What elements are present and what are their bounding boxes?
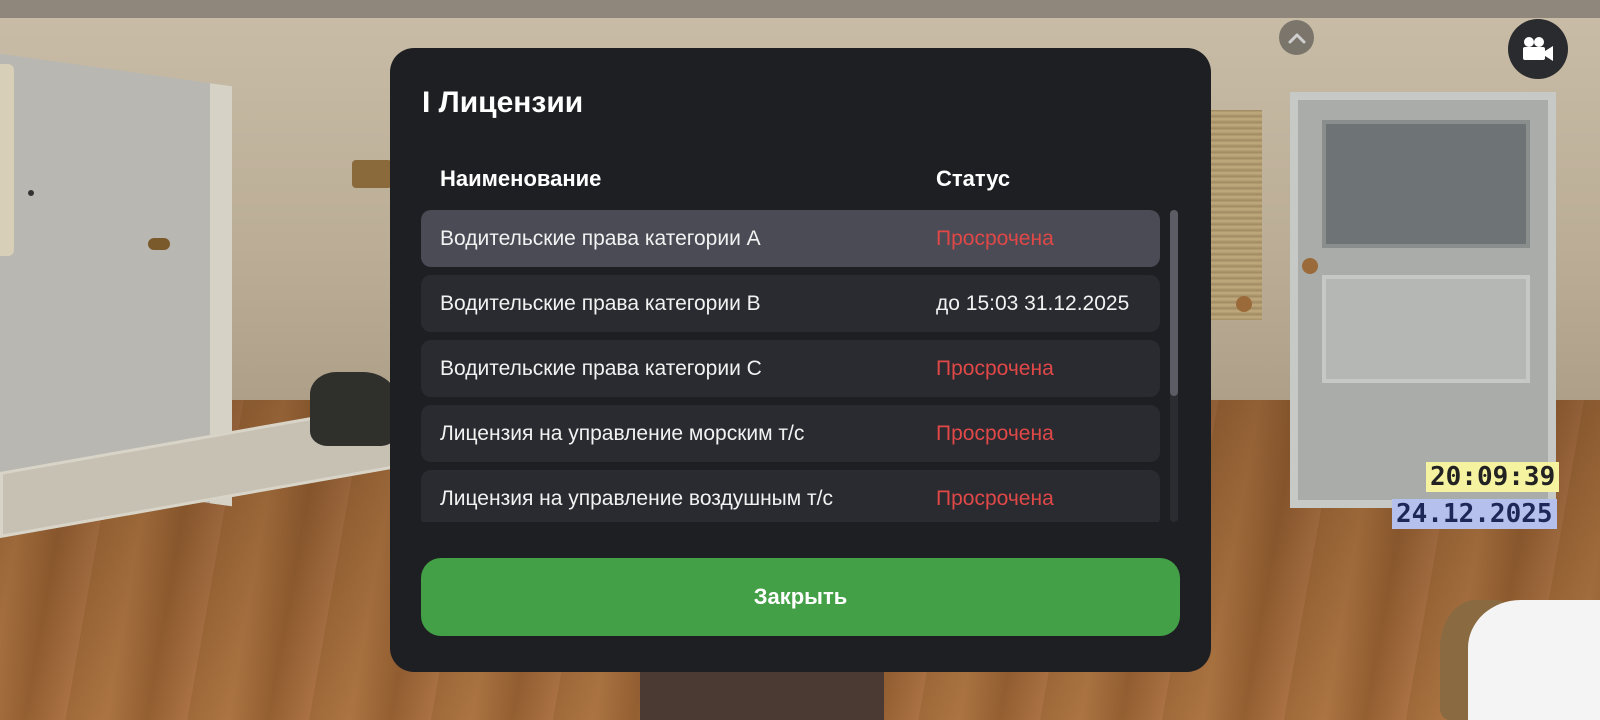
expand-up-button[interactable] xyxy=(1279,20,1314,55)
license-name: Лицензия на управление воздушным т/с xyxy=(440,486,833,510)
license-name: Водительские права категории A xyxy=(440,226,761,250)
right-door-knob xyxy=(1302,258,1318,274)
license-row[interactable]: Лицензия на управление морским т/с Проср… xyxy=(421,405,1160,462)
room-ceiling xyxy=(0,0,1600,18)
dialog-title: I Лицензии xyxy=(422,86,584,119)
license-row[interactable]: Лицензия на управление воздушным т/с Про… xyxy=(421,470,1160,522)
side-panel-tab[interactable] xyxy=(0,64,14,256)
side-door-knob xyxy=(1236,296,1252,312)
chair-back xyxy=(640,664,884,720)
licenses-list[interactable]: Водительские права категории A Просрочен… xyxy=(421,210,1160,522)
license-name: Водительские права категории B xyxy=(440,291,761,315)
licenses-dialog: I Лицензии Наименование Статус Водительс… xyxy=(390,48,1211,672)
license-status: Просрочена xyxy=(936,486,1054,510)
scrollbar-thumb[interactable] xyxy=(1170,210,1178,396)
license-status: Просрочена xyxy=(936,356,1054,380)
floor-bag xyxy=(310,372,398,446)
license-name: Водительские права категории C xyxy=(440,356,762,380)
license-row[interactable]: Водительские права категории B до 15:03 … xyxy=(421,275,1160,332)
wall-shelf xyxy=(352,160,392,188)
right-door-panel xyxy=(1322,275,1530,383)
video-camera-icon xyxy=(1523,37,1553,61)
license-status: Просрочена xyxy=(936,421,1054,445)
hud-clock-date: 24.12.2025 xyxy=(1392,499,1557,529)
close-button[interactable]: Закрыть xyxy=(421,558,1180,636)
license-status: до 15:03 31.12.2025 xyxy=(936,291,1130,315)
camera-button[interactable] xyxy=(1508,19,1568,79)
left-door-keyhole xyxy=(28,190,34,196)
player-hand xyxy=(1468,600,1600,720)
license-status: Просрочена xyxy=(936,226,1054,250)
right-door-window xyxy=(1322,120,1530,248)
list-scrollbar[interactable] xyxy=(1170,210,1178,522)
column-header-name: Наименование xyxy=(440,166,602,191)
hud-clock-time: 20:09:39 xyxy=(1426,462,1560,492)
left-door-handle xyxy=(148,238,170,250)
license-row[interactable]: Водительские права категории C Просрочен… xyxy=(421,340,1160,397)
column-header-status: Статус xyxy=(936,166,1011,191)
chevron-up-icon xyxy=(1288,33,1305,43)
license-name: Лицензия на управление морским т/с xyxy=(440,421,805,445)
license-row[interactable]: Водительские права категории A Просрочен… xyxy=(421,210,1160,267)
